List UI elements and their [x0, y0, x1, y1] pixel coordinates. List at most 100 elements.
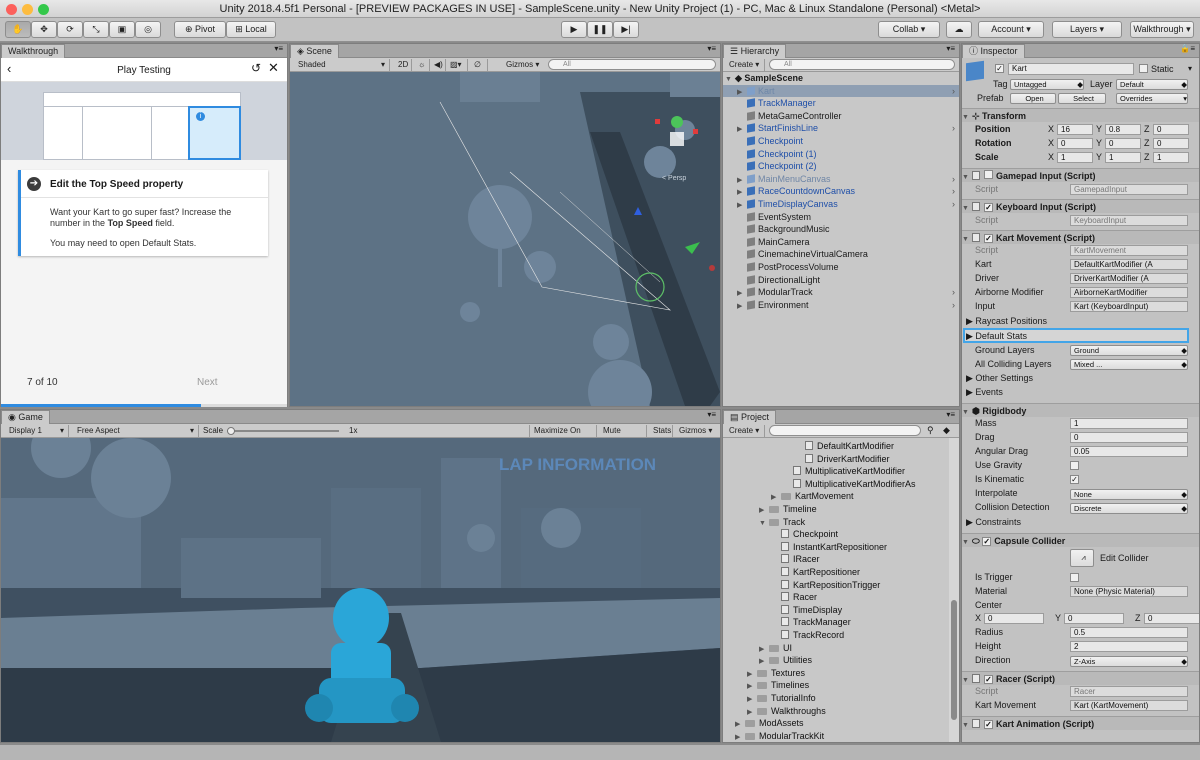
- center-y-field[interactable]: 0: [1064, 613, 1124, 624]
- project-script[interactable]: TimeDisplay: [723, 604, 842, 617]
- aspect-dropdown[interactable]: Free Aspect ▾: [73, 425, 199, 437]
- project-scrollbar-thumb[interactable]: [951, 600, 957, 720]
- angular-drag-field[interactable]: 0.05: [1070, 446, 1188, 457]
- hierarchy-item[interactable]: PostProcessVolume: [723, 261, 959, 274]
- chevron-right-icon[interactable]: ›: [952, 122, 955, 135]
- prefab-select-button[interactable]: Select: [1058, 93, 1106, 104]
- display-dropdown[interactable]: Display 1 ▾: [5, 425, 69, 437]
- move-tool-button[interactable]: ✥: [31, 21, 57, 38]
- project-folder[interactable]: ▶ Utilities: [723, 654, 812, 667]
- project-script[interactable]: IRacer: [723, 553, 820, 566]
- project-script[interactable]: DefaultKartModifier: [723, 440, 894, 453]
- hidden-toggle[interactable]: ∅: [470, 59, 488, 71]
- tab-inspector[interactable]: ⓘ Inspector: [962, 44, 1025, 58]
- hierarchy-item[interactable]: BackgroundMusic: [723, 223, 959, 236]
- object-name-field[interactable]: Kart: [1008, 63, 1134, 75]
- km-airborne-field[interactable]: AirborneKartModifier: [1070, 287, 1188, 298]
- hierarchy-item[interactable]: CinemachineVirtualCamera: [723, 248, 959, 261]
- panel-menu-icon[interactable]: ▾≡: [707, 410, 716, 419]
- effects-dropdown[interactable]: ▨▾: [446, 59, 468, 71]
- kart-movement-enabled-checkbox[interactable]: ✓: [984, 234, 993, 243]
- gizmos-dropdown[interactable]: Gizmos ▾: [502, 59, 546, 71]
- project-create-dropdown[interactable]: Create ▾: [725, 425, 765, 437]
- center-x-field[interactable]: 0: [984, 613, 1044, 624]
- gamepad-enabled-checkbox[interactable]: [984, 170, 993, 179]
- expand-arrow-icon[interactable]: ▶: [737, 301, 747, 314]
- mass-field[interactable]: 1: [1070, 418, 1188, 429]
- tab-project[interactable]: ▤ Project: [723, 410, 777, 424]
- scene-root[interactable]: ▼ ◆ SampleScene: [725, 72, 803, 85]
- project-script[interactable]: KartRepositionTrigger: [723, 579, 880, 592]
- hierarchy-item[interactable]: ▶ RaceCountdownCanvas ›: [723, 185, 959, 198]
- scale-slider-thumb[interactable]: [227, 427, 235, 435]
- hierarchy-item[interactable]: TrackManager: [723, 97, 959, 110]
- position-z-field[interactable]: 0: [1153, 124, 1189, 135]
- gamepad-input-header[interactable]: ▼ Gamepad Input (Script): [962, 168, 1199, 182]
- kart-animation-enabled-checkbox[interactable]: ✓: [984, 720, 993, 729]
- project-script[interactable]: KartRepositioner: [723, 566, 860, 579]
- hierarchy-item[interactable]: ▶ StartFinishLine ›: [723, 122, 959, 135]
- scale-z-field[interactable]: 1: [1153, 152, 1189, 163]
- chevron-right-icon[interactable]: ›: [952, 299, 955, 312]
- is-kinematic-checkbox[interactable]: ✓: [1070, 475, 1079, 484]
- colliding-layers-dropdown[interactable]: Mixed ... ◆: [1070, 359, 1188, 370]
- material-field[interactable]: None (Physic Material): [1070, 586, 1188, 597]
- keyboard-enabled-checkbox[interactable]: ✓: [984, 203, 993, 212]
- project-script[interactable]: DriverKartModifier: [723, 453, 890, 466]
- scale-y-field[interactable]: 1: [1105, 152, 1141, 163]
- panel-menu-icon[interactable]: ▾≡: [946, 44, 955, 53]
- hierarchy-item[interactable]: EventSystem: [723, 211, 959, 224]
- kart-movement-header[interactable]: ▼ ✓ Kart Movement (Script): [962, 230, 1199, 244]
- game-gizmos-dropdown[interactable]: Gizmos ▾: [675, 425, 719, 437]
- cloud-button[interactable]: ☁: [946, 21, 972, 38]
- project-folder[interactable]: ▼ Track: [723, 516, 805, 529]
- hierarchy-create-dropdown[interactable]: Create ▾: [725, 59, 765, 71]
- transform-tool-button[interactable]: ◎: [135, 21, 161, 38]
- label-icon[interactable]: ◆: [943, 425, 950, 436]
- prefab-overrides-dropdown[interactable]: Overrides ▾: [1116, 93, 1188, 104]
- rotation-z-field[interactable]: 0: [1153, 138, 1189, 149]
- active-checkbox[interactable]: ✓: [995, 64, 1004, 73]
- rigidbody-header[interactable]: ▼ ⬢ Rigidbody: [962, 403, 1199, 417]
- km-kart-field[interactable]: DefaultKartModifier (A: [1070, 259, 1188, 270]
- project-folder[interactable]: ▶ Timelines: [723, 679, 809, 692]
- is-trigger-checkbox[interactable]: [1070, 573, 1079, 582]
- scene-viewport[interactable]: < Persp: [290, 72, 720, 406]
- scale-x-field[interactable]: 1: [1057, 152, 1093, 163]
- zoom-window-icon[interactable]: [38, 4, 49, 15]
- km-input-field[interactable]: Kart (KeyboardInput): [1070, 301, 1188, 312]
- chevron-right-icon[interactable]: ›: [952, 85, 955, 98]
- racer-enabled-checkbox[interactable]: ✓: [984, 675, 993, 684]
- hierarchy-item[interactable]: ▶ Environment ›: [723, 299, 959, 312]
- project-script[interactable]: MultiplicativeKartModifierAs: [723, 478, 916, 491]
- default-stats-foldout[interactable]: ▶ Default Stats: [963, 328, 1189, 343]
- filter-icon[interactable]: ⚲: [927, 425, 934, 436]
- tab-hierarchy[interactable]: ☰ Hierarchy: [723, 44, 787, 58]
- collision-detection-dropdown[interactable]: Discrete ◆: [1070, 503, 1188, 514]
- toggle-2d-button[interactable]: 2D: [394, 59, 412, 71]
- project-folder[interactable]: ▶ Textures: [723, 667, 805, 680]
- close-window-icon[interactable]: [6, 4, 17, 15]
- panel-menu-icon[interactable]: ▾≡: [707, 44, 716, 53]
- project-folder[interactable]: ▶ ModularTrackKit: [723, 730, 824, 742]
- restart-icon[interactable]: ↺: [251, 61, 261, 75]
- tab-walkthrough[interactable]: Walkthrough: [1, 44, 66, 58]
- use-gravity-checkbox[interactable]: [1070, 461, 1079, 470]
- other-settings-foldout[interactable]: ▶ Other Settings: [966, 373, 1033, 384]
- project-folder[interactable]: ▶ UI: [723, 642, 792, 655]
- project-folder[interactable]: ▶ Walkthroughs: [723, 705, 826, 718]
- project-folder[interactable]: ▶ TutorialInfo: [723, 692, 816, 705]
- close-icon[interactable]: ✕: [268, 60, 279, 76]
- center-z-field[interactable]: 0: [1144, 613, 1199, 624]
- panel-menu-icon[interactable]: ▾≡: [946, 410, 955, 419]
- hierarchy-item[interactable]: Checkpoint (2): [723, 160, 959, 173]
- layers-dropdown[interactable]: Layers ▾: [1052, 21, 1122, 38]
- hierarchy-item[interactable]: Checkpoint: [723, 135, 959, 148]
- project-script[interactable]: MultiplicativeKartModifier: [723, 465, 905, 478]
- position-y-field[interactable]: 0.8: [1105, 124, 1141, 135]
- chevron-right-icon[interactable]: ›: [952, 173, 955, 186]
- pause-button[interactable]: ❚❚: [587, 21, 613, 38]
- tab-game[interactable]: ◉ Game: [1, 410, 50, 424]
- next-button[interactable]: Next: [197, 377, 218, 388]
- static-checkbox[interactable]: [1139, 64, 1148, 73]
